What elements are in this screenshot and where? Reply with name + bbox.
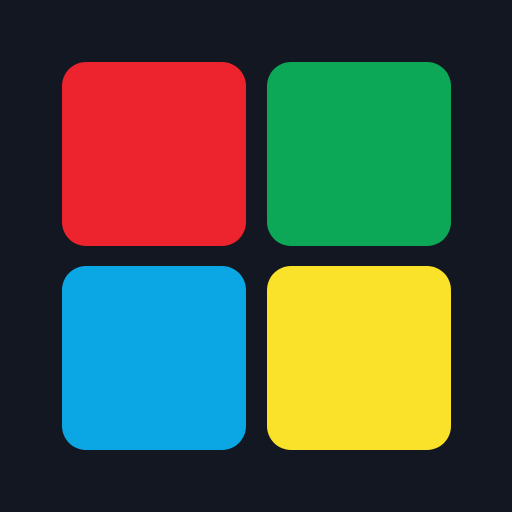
pad-blue[interactable] <box>62 266 246 450</box>
pad-red[interactable] <box>62 62 246 246</box>
game-board <box>0 0 512 512</box>
pad-green[interactable] <box>267 62 451 246</box>
pad-yellow[interactable] <box>267 266 451 450</box>
